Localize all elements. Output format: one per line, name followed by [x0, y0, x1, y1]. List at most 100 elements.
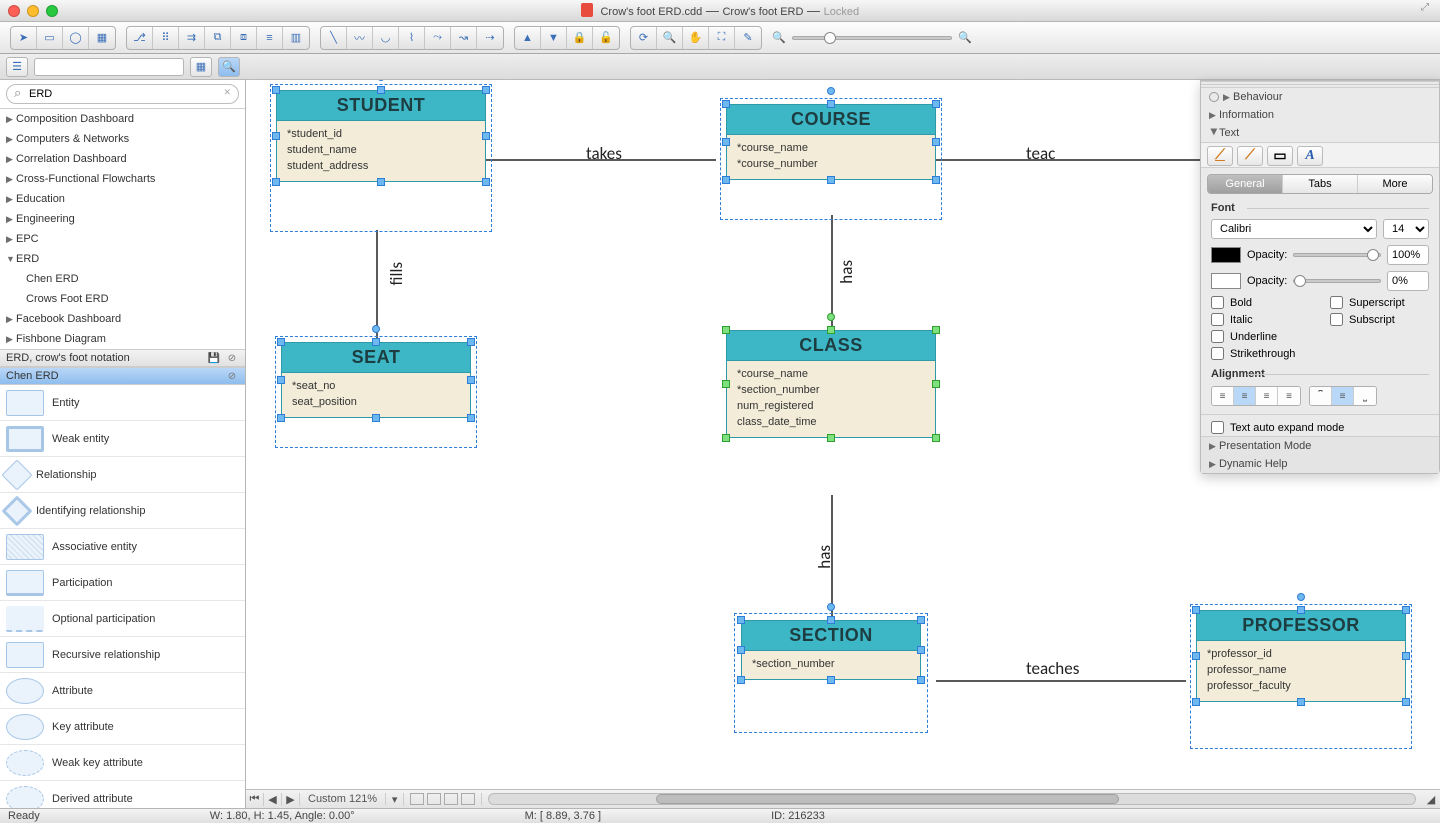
zoom-fit-icon[interactable]: 🔍 — [657, 27, 683, 49]
rotate-handle-icon[interactable] — [827, 313, 835, 321]
grid-view-icon[interactable]: ▦ — [190, 57, 212, 77]
align-justify-icon[interactable]: ≡ — [1278, 387, 1300, 405]
tree-item[interactable]: ▶Cross-Functional Flowcharts — [0, 169, 245, 189]
close-lib-icon[interactable]: ⊘ — [225, 369, 239, 383]
align-top-icon[interactable]: ⎴ — [1310, 387, 1332, 405]
prev-page-icon[interactable]: ◀ — [264, 793, 282, 806]
search-mode-icon[interactable]: 🔍 — [218, 57, 240, 77]
distribute-icon[interactable]: ⇉ — [179, 27, 205, 49]
subscript-checkbox[interactable] — [1330, 313, 1343, 326]
tree-item[interactable]: ▶EPC — [0, 229, 245, 249]
tree-item[interactable]: ▶Education — [0, 189, 245, 209]
zoom-thumb[interactable] — [824, 32, 836, 44]
zoom-in-icon[interactable]: 🔍 — [958, 31, 972, 44]
align-center-icon[interactable]: ≡ — [1234, 387, 1256, 405]
underline-checkbox[interactable] — [1211, 330, 1224, 343]
lib-item[interactable]: Weak entity — [0, 421, 245, 457]
entity-section[interactable]: SECTION *section_number — [741, 620, 921, 680]
align-bottom-icon[interactable]: ⎵ — [1354, 387, 1376, 405]
zoom-track[interactable] — [792, 36, 953, 40]
tree-item[interactable]: ▶Composition Dashboard — [0, 109, 245, 129]
fullscreen-icon[interactable]: ⤢ — [1414, 2, 1436, 18]
lib-item[interactable]: Key attribute — [0, 709, 245, 745]
tree-item[interactable]: ▶Fishbone Diagram — [0, 329, 245, 349]
font-size-select[interactable]: 14 — [1383, 219, 1429, 239]
lib-item[interactable]: Recursive relationship — [0, 637, 245, 673]
font-icon[interactable]: A — [1297, 146, 1323, 166]
front-icon[interactable]: ▲ — [515, 27, 541, 49]
rotate-handle-icon[interactable] — [372, 325, 380, 333]
tree-item[interactable]: ▶Engineering — [0, 209, 245, 229]
pointer-tool-icon[interactable]: ➤ — [11, 27, 37, 49]
lock-icon[interactable]: 🔒 — [567, 27, 593, 49]
text-color-icon[interactable]: ⟋ — [1207, 146, 1233, 166]
tree-layout-icon[interactable]: ⎇ — [127, 27, 153, 49]
refresh-icon[interactable]: ⟳ — [631, 27, 657, 49]
view-mode-1-icon[interactable] — [410, 793, 424, 805]
tree-item[interactable]: Crows Foot ERD — [0, 289, 245, 309]
lib-item[interactable]: Weak key attribute — [0, 745, 245, 781]
text-opacity-input[interactable] — [1387, 245, 1429, 265]
zoom-menu-icon[interactable]: ▾ — [386, 793, 404, 806]
bold-checkbox[interactable] — [1211, 296, 1224, 309]
lib-item[interactable]: Attribute — [0, 673, 245, 709]
rotate-handle-icon[interactable] — [377, 80, 385, 81]
rotate-handle-icon[interactable] — [827, 87, 835, 95]
subbar-input[interactable] — [34, 58, 184, 76]
bg-color-swatch[interactable] — [1211, 273, 1241, 289]
accordion-information[interactable]: ▶Information — [1201, 106, 1439, 124]
ungroup-icon[interactable]: ⧈ — [231, 27, 257, 49]
ellipse-tool-icon[interactable]: ◯ — [63, 27, 89, 49]
entity-seat[interactable]: SEAT *seat_no seat_position — [281, 342, 471, 418]
select-icon[interactable]: ⛶ — [709, 27, 735, 49]
curve-tool-icon[interactable]: 〰 — [347, 27, 373, 49]
tree-item[interactable]: Chen ERD — [0, 269, 245, 289]
zoom-out-icon[interactable]: 🔍 — [772, 31, 786, 44]
highlight-icon[interactable]: ⟋ — [1237, 146, 1263, 166]
conn3-icon[interactable]: ⇢ — [477, 27, 503, 49]
lib-item[interactable]: Associative entity — [0, 529, 245, 565]
accordion-text[interactable]: ▶Text — [1201, 124, 1439, 142]
pan-icon[interactable]: ✋ — [683, 27, 709, 49]
accordion-dynamic-help[interactable]: ▶Dynamic Help — [1201, 455, 1439, 473]
conn1-icon[interactable]: ⤳ — [425, 27, 451, 49]
tab-more[interactable]: More — [1358, 175, 1432, 193]
superscript-checkbox[interactable] — [1330, 296, 1343, 309]
accordion-behaviour[interactable]: ▶Behaviour — [1201, 88, 1439, 106]
snap-icon[interactable]: ▥ — [283, 27, 309, 49]
lib-item[interactable]: Participation — [0, 565, 245, 601]
align-left-icon[interactable]: ≡ — [1212, 387, 1234, 405]
rotate-handle-icon[interactable] — [1297, 593, 1305, 601]
close-lib-icon[interactable]: ⊘ — [225, 351, 239, 365]
resize-grip-icon[interactable]: ◢ — [1422, 793, 1440, 806]
sidebar-search-input[interactable] — [6, 84, 239, 104]
tree-item[interactable]: ▶Facebook Dashboard — [0, 309, 245, 329]
first-page-icon[interactable]: ⏮ — [246, 793, 264, 806]
align-middle-icon[interactable]: ≡ — [1332, 387, 1354, 405]
save-lib-icon[interactable]: 💾 — [207, 351, 221, 365]
view-mode-4-icon[interactable] — [461, 793, 475, 805]
entity-professor[interactable]: PROFESSOR *professor_id professor_name p… — [1196, 610, 1406, 702]
tree-item[interactable]: ▶Correlation Dashboard — [0, 149, 245, 169]
next-page-icon[interactable]: ▶ — [282, 793, 300, 806]
lib-item[interactable]: Relationship — [0, 457, 245, 493]
italic-checkbox[interactable] — [1211, 313, 1224, 326]
unlock-icon[interactable]: 🔓 — [593, 27, 619, 49]
lib-item[interactable]: Optional participation — [0, 601, 245, 637]
table-tool-icon[interactable]: ▦ — [89, 27, 115, 49]
line-tool-icon[interactable]: ╲ — [321, 27, 347, 49]
align-icon[interactable]: ≡ — [257, 27, 283, 49]
bg-opacity-slider[interactable] — [1293, 279, 1381, 283]
text-opacity-slider[interactable] — [1293, 253, 1381, 257]
tree-item[interactable]: ▼ERD — [0, 249, 245, 269]
zoom-slider[interactable]: 🔍 🔍 — [772, 31, 972, 44]
arc-tool-icon[interactable]: ◡ — [373, 27, 399, 49]
rect-tool-icon[interactable]: ▭ — [37, 27, 63, 49]
rotate-handle-icon[interactable] — [827, 603, 835, 611]
back-icon[interactable]: ▼ — [541, 27, 567, 49]
lib-item[interactable]: Identifying relationship — [0, 493, 245, 529]
view-mode-3-icon[interactable] — [444, 793, 458, 805]
accordion-presentation[interactable]: ▶Presentation Mode — [1201, 437, 1439, 455]
group-icon[interactable]: ⧉ — [205, 27, 231, 49]
zoom-readout[interactable]: Custom 121% — [300, 793, 386, 805]
